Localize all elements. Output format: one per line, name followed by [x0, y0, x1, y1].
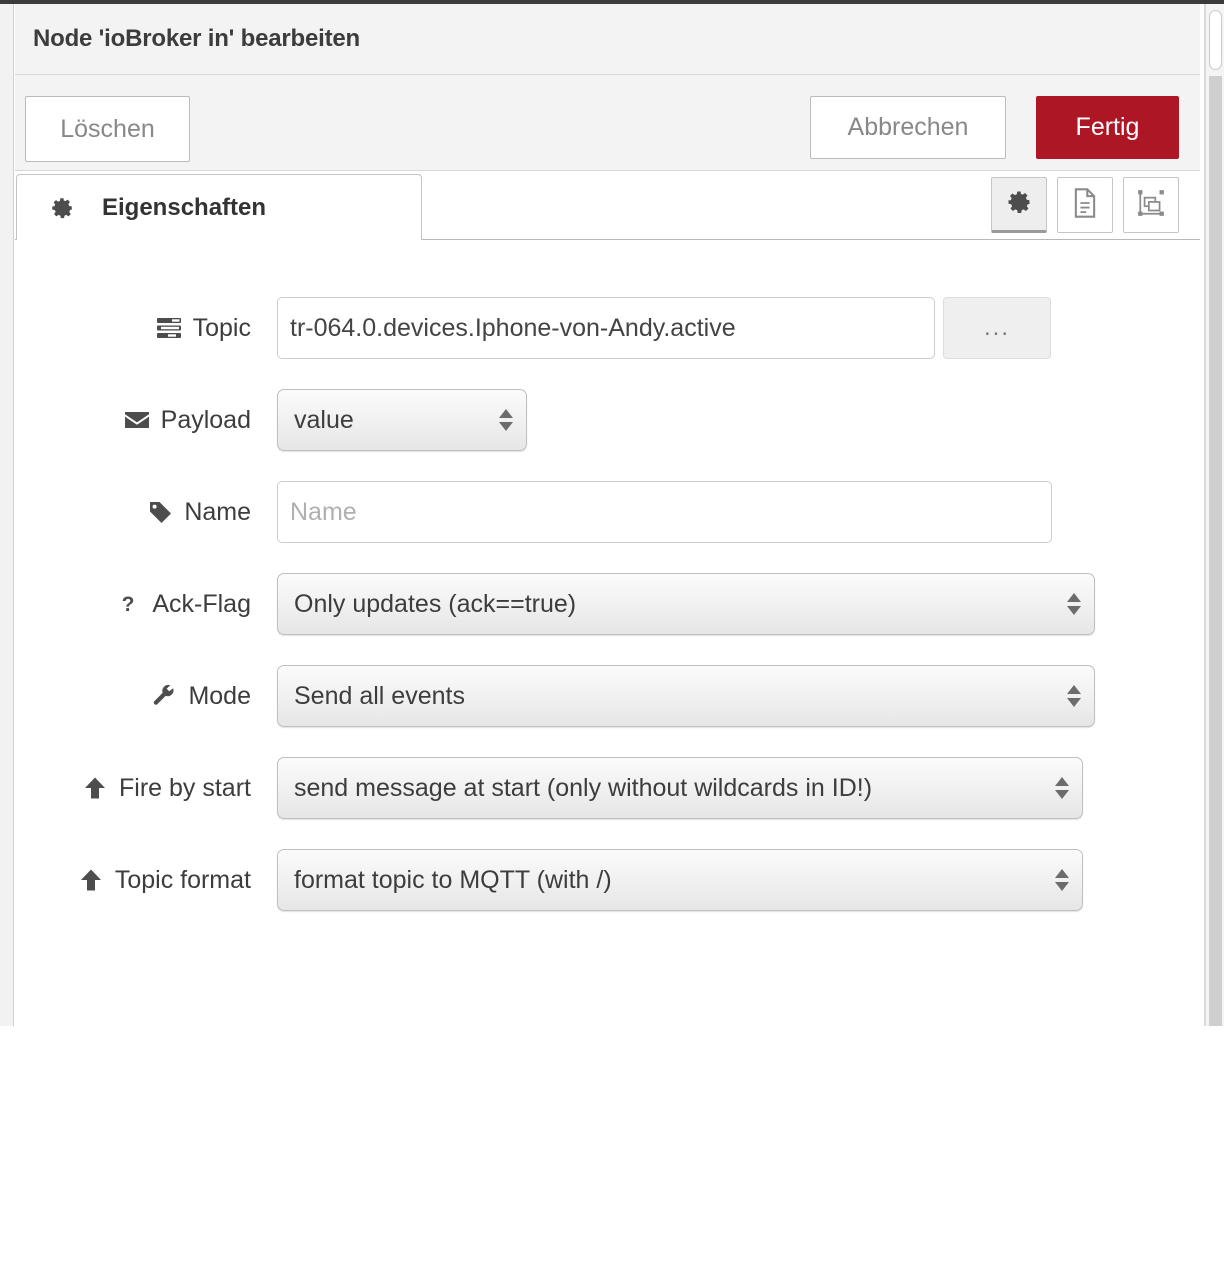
cancel-button[interactable]: Abbrechen [810, 96, 1006, 159]
form-row-topic: Topic ... [15, 282, 1200, 374]
name-control-group [277, 481, 1052, 543]
topic-format-select[interactable]: format topic to MQTT (with /) [277, 849, 1083, 911]
scrollbar-lower-track[interactable] [1209, 76, 1222, 1026]
dialog-toolbar: Löschen Abbrechen Fertig [15, 75, 1200, 171]
delete-button[interactable]: Löschen [25, 96, 190, 162]
list-icon [154, 317, 184, 339]
tab-properties-label: Eigenschaften [102, 193, 267, 221]
ack-flag-select[interactable]: Only updates (ack==true) [277, 573, 1095, 635]
fire-by-start-label: Fire by start [15, 774, 259, 803]
payload-select[interactable]: value [277, 389, 527, 451]
description-icon [1071, 187, 1099, 224]
topic-format-label-text: Topic format [114, 865, 251, 894]
tool-appearance-button[interactable] [1123, 177, 1179, 233]
mode-label: Mode [15, 682, 259, 711]
tab-bar: Eigenschaften [15, 171, 1200, 240]
scrollbar-thumb[interactable] [1209, 10, 1222, 70]
arrow-up-icon [80, 776, 110, 800]
question-icon: ? [113, 592, 143, 616]
form-row-fire-by-start: Fire by start send message at start (onl… [15, 742, 1200, 834]
form-row-topic-format: Topic format format topic to MQTT (with … [15, 834, 1200, 926]
edit-node-dialog: Node 'ioBroker in' bearbeiten Löschen Ab… [15, 4, 1200, 1262]
vertical-scrollbar[interactable] [1205, 4, 1224, 1026]
form-row-mode: Mode Send all events [15, 650, 1200, 742]
fire-by-start-select[interactable]: send message at start (only without wild… [277, 757, 1083, 819]
tab-properties[interactable]: Eigenschaften [16, 174, 422, 240]
topic-input[interactable] [277, 297, 935, 359]
left-gutter [0, 4, 14, 1026]
name-input[interactable] [277, 481, 1052, 543]
topic-label: Topic [15, 314, 259, 343]
dialog-viewport: Node 'ioBroker in' bearbeiten Löschen Ab… [0, 0, 1224, 1262]
topic-control-group: ... [277, 297, 1051, 359]
form-row-ack-flag: ? Ack-Flag Only updates (ack==true) [15, 558, 1200, 650]
mode-select[interactable]: Send all events [277, 665, 1095, 727]
tool-properties-button[interactable] [991, 177, 1047, 233]
topic-format-label: Topic format [15, 866, 259, 895]
envelope-icon [122, 410, 152, 430]
payload-label: Payload [15, 406, 259, 435]
mode-select-wrap: Send all events [277, 665, 1095, 727]
svg-text:?: ? [122, 593, 135, 616]
payload-label-text: Payload [160, 405, 251, 434]
topic-format-select-wrap: format topic to MQTT (with /) [277, 849, 1083, 911]
topic-label-text: Topic [192, 313, 251, 342]
ack-flag-select-wrap: Only updates (ack==true) [277, 573, 1095, 635]
ack-flag-label: ? Ack-Flag [15, 590, 259, 619]
properties-form: Topic ... Payload [15, 240, 1200, 1262]
arrow-up-icon [76, 868, 106, 892]
tool-description-button[interactable] [1057, 177, 1113, 233]
appearance-icon [1136, 188, 1166, 223]
form-row-name: Name [15, 466, 1200, 558]
topic-browse-button[interactable]: ... [943, 297, 1051, 359]
mode-label-text: Mode [188, 681, 251, 710]
name-label: Name [15, 498, 259, 527]
fire-by-start-select-wrap: send message at start (only without wild… [277, 757, 1083, 819]
ack-flag-label-text: Ack-Flag [152, 589, 251, 618]
fire-by-start-label-text: Fire by start [119, 773, 251, 802]
payload-select-wrap: value [277, 389, 527, 451]
page-title: Node 'ioBroker in' bearbeiten [33, 25, 361, 52]
wrench-icon [149, 684, 179, 708]
dialog-header: Node 'ioBroker in' bearbeiten [15, 4, 1200, 75]
done-button[interactable]: Fertig [1036, 96, 1179, 159]
tab-tool-buttons [991, 177, 1179, 233]
gear-icon [1005, 188, 1033, 221]
form-row-payload: Payload value [15, 374, 1200, 466]
gear-icon [47, 195, 77, 221]
tag-icon [145, 500, 175, 524]
name-label-text: Name [184, 497, 251, 526]
